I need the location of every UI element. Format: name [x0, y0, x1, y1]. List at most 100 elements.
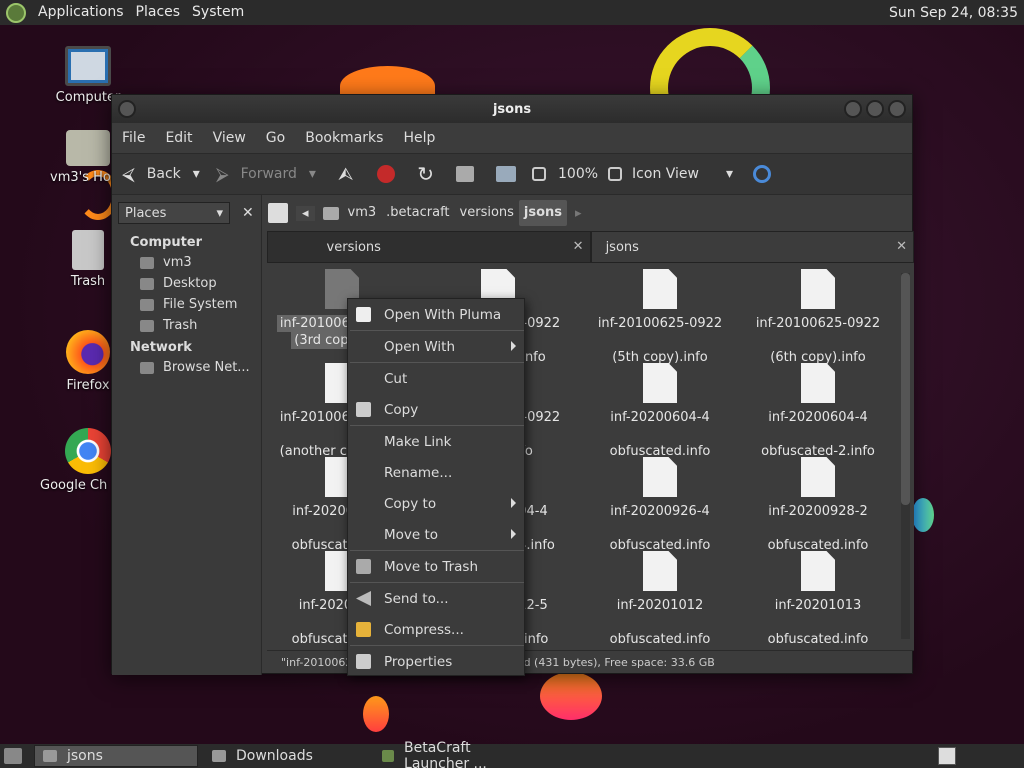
context-menu-item[interactable]: Move to Trash: [348, 551, 524, 582]
breadcrumb-betacraft[interactable]: .betacraft: [381, 200, 454, 226]
text-file-icon: [643, 457, 677, 497]
sidebar-type-select[interactable]: Places ▾: [118, 202, 230, 224]
send-icon: [356, 591, 371, 606]
context-menu-item[interactable]: Open With: [348, 331, 524, 362]
file-name-line1: inf-20201012: [616, 598, 704, 613]
task-betacraft[interactable]: BetaCraft Launcher ...: [374, 740, 544, 768]
back-label: Back: [146, 166, 181, 182]
scissors-icon: [356, 371, 371, 386]
file-item[interactable]: inf-20200928-2 obfuscated.info: [743, 457, 893, 554]
file-item[interactable]: inf-20200604-4 obfuscated.info: [585, 363, 735, 460]
home-icon[interactable]: [456, 166, 475, 182]
file-item[interactable]: inf-20201013 obfuscated.info: [743, 551, 893, 648]
window-menu-icon[interactable]: [118, 100, 136, 118]
file-name-line1: inf-20201013: [774, 598, 862, 613]
computer-icon[interactable]: [496, 166, 517, 182]
submenu-arrow-icon: [511, 529, 516, 539]
menu-system[interactable]: System: [186, 0, 250, 25]
edit-location-icon[interactable]: [268, 203, 288, 223]
maximize-icon[interactable]: [866, 100, 884, 118]
toolbar: ⮘ Back ▾ ⮚ Forward ▾ ⮙ ↻ 100% Icon View …: [112, 153, 912, 195]
task-label: BetaCraft Launcher ...: [404, 740, 487, 768]
file-item[interactable]: inf-20200926-4 obfuscated.info: [585, 457, 735, 554]
back-button[interactable]: ⮘ Back: [112, 164, 187, 185]
menu-bookmarks[interactable]: Bookmarks: [295, 130, 393, 146]
zoom-in-icon[interactable]: [608, 167, 623, 181]
desktop-folder-icon: [140, 277, 154, 290]
view-mode-dropdown-icon[interactable]: ▾: [726, 166, 747, 182]
task-downloads[interactable]: Downloads: [204, 745, 372, 767]
context-menu-item[interactable]: Move to: [348, 519, 524, 550]
sidebar: Places ▾ ✕ Computer vm3 Desktop File Sys…: [112, 195, 262, 675]
minimize-icon[interactable]: [844, 100, 862, 118]
path-scroll-right-icon[interactable]: ▸: [567, 206, 590, 221]
context-menu-item[interactable]: Rename...: [348, 457, 524, 488]
sidebar-item-trash[interactable]: Trash: [112, 315, 261, 336]
view-mode-select[interactable]: Icon View: [632, 166, 726, 182]
folder-icon: [212, 750, 226, 762]
context-menu-item[interactable]: Compress...: [348, 614, 524, 645]
sidebar-close-icon[interactable]: ✕: [242, 205, 254, 221]
path-bar: ◂ vm3 .betacraft versions jsons ▸: [268, 199, 590, 227]
task-label: Downloads: [236, 748, 313, 764]
tab-versions[interactable]: versions ✕: [267, 231, 591, 263]
network-icon: [140, 361, 154, 374]
menu-places[interactable]: Places: [130, 0, 187, 25]
breadcrumb-versions[interactable]: versions: [455, 200, 519, 226]
menu-view[interactable]: View: [203, 130, 256, 146]
forward-button[interactable]: ⮚ Forward: [210, 164, 303, 185]
file-item[interactable]: inf-20200604-4 obfuscated-2.info: [743, 363, 893, 460]
menu-file[interactable]: File: [112, 130, 155, 146]
sidebar-item-vm3[interactable]: vm3: [112, 252, 261, 273]
context-menu-item[interactable]: Cut: [348, 363, 524, 394]
file-name-line1: inf-20200926-4: [610, 504, 710, 519]
submenu-arrow-icon: [511, 498, 516, 508]
sidebar-item-browse-network[interactable]: Browse Net...: [112, 357, 261, 378]
breadcrumb-vm3[interactable]: vm3: [343, 200, 382, 226]
mate-logo-icon[interactable]: [6, 2, 26, 23]
workspace-switcher[interactable]: [938, 747, 956, 765]
search-icon[interactable]: [753, 165, 772, 183]
menu-help[interactable]: Help: [393, 130, 445, 146]
context-menu-item[interactable]: Copy: [348, 394, 524, 425]
stop-icon[interactable]: [377, 165, 396, 183]
sidebar-item-label: Trash: [163, 318, 198, 333]
show-desktop-icon[interactable]: [4, 748, 22, 764]
sidebar-item-desktop[interactable]: Desktop: [112, 273, 261, 294]
context-menu-item[interactable]: Make Link: [348, 426, 524, 457]
folder-icon: [43, 750, 57, 762]
context-menu-label: Cut: [384, 370, 408, 387]
close-tab-icon[interactable]: ✕: [896, 239, 907, 254]
context-menu-item[interactable]: Copy to: [348, 488, 524, 519]
task-jsons[interactable]: jsons: [34, 745, 198, 767]
clock[interactable]: Sun Sep 24, 08:35: [889, 5, 1024, 21]
text-file-icon: [801, 551, 835, 591]
file-item[interactable]: inf-20100625-0922 (5th copy).info: [585, 269, 735, 366]
menu-edit[interactable]: Edit: [155, 130, 202, 146]
forward-history-dropdown[interactable]: ▾: [303, 166, 326, 182]
close-tab-icon[interactable]: ✕: [573, 239, 584, 254]
sidebar-item-filesystem[interactable]: File System: [112, 294, 261, 315]
path-scroll-left-icon[interactable]: ◂: [296, 205, 315, 221]
file-name-line1: inf-20100625-0922: [597, 316, 723, 331]
zoom-level[interactable]: 100%: [552, 166, 604, 182]
menu-go[interactable]: Go: [256, 130, 295, 146]
zoom-out-icon[interactable]: [532, 167, 547, 181]
computer-icon: [65, 46, 111, 86]
file-item[interactable]: inf-20201012 obfuscated.info: [585, 551, 735, 648]
scrollbar[interactable]: [901, 273, 910, 639]
context-menu-item[interactable]: Send to...: [348, 583, 524, 614]
context-menu-item[interactable]: Properties: [348, 646, 524, 677]
tab-jsons[interactable]: jsons ✕: [590, 231, 914, 263]
up-arrow-icon[interactable]: ⮙: [326, 164, 365, 185]
file-item[interactable]: inf-20100625-0922 (6th copy).info: [743, 269, 893, 366]
reload-icon[interactable]: ↻: [407, 162, 444, 186]
menu-applications[interactable]: Applications: [32, 0, 130, 25]
window-titlebar[interactable]: jsons: [112, 95, 912, 123]
context-menu-item[interactable]: Open With Pluma: [348, 299, 524, 330]
scrollbar-thumb[interactable]: [901, 273, 910, 505]
breadcrumb-jsons[interactable]: jsons: [518, 200, 568, 226]
back-history-dropdown[interactable]: ▾: [187, 166, 210, 182]
context-menu-label: Move to Trash: [384, 558, 479, 575]
close-icon[interactable]: [888, 100, 906, 118]
